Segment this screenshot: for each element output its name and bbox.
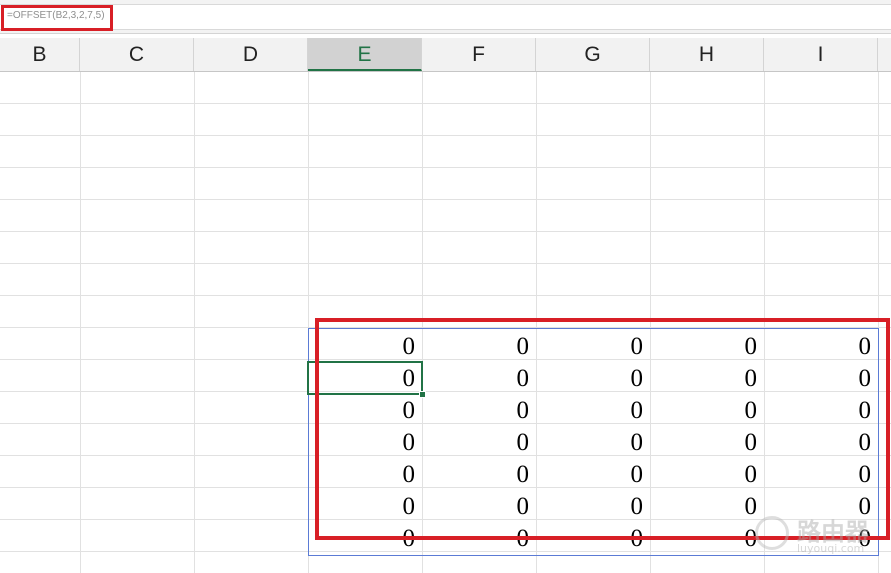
- gridline: [80, 72, 81, 573]
- column-header-f[interactable]: F: [422, 38, 536, 71]
- formula-bar: =OFFSET(B2,3,2,7,5): [0, 0, 891, 34]
- gridline: [0, 263, 891, 264]
- gridline: [0, 135, 891, 136]
- formula-highlight-box: [1, 5, 113, 31]
- gridline: [0, 231, 891, 232]
- worksheet-grid[interactable]: 0 0 0 0 0 0 0 0 0 0 0 0 0 0 0 0 0 0 0 0 …: [0, 72, 891, 573]
- result-highlight-box: [315, 318, 890, 540]
- gridline: [0, 167, 891, 168]
- column-header-e[interactable]: E: [308, 38, 422, 71]
- column-header-h[interactable]: H: [650, 38, 764, 71]
- column-header-g[interactable]: G: [536, 38, 650, 71]
- formula-input[interactable]: =OFFSET(B2,3,2,7,5): [0, 4, 891, 30]
- gridline: [0, 295, 891, 296]
- column-header-c[interactable]: C: [80, 38, 194, 71]
- column-header-b[interactable]: B: [0, 38, 80, 71]
- watermark: 路由器 luyouqi.com: [755, 512, 885, 557]
- watermark-subtext: luyouqi.com: [797, 542, 865, 555]
- column-header-d[interactable]: D: [194, 38, 308, 71]
- gridline: [0, 103, 891, 104]
- watermark-logo-icon: [755, 516, 789, 550]
- gridline: [0, 199, 891, 200]
- column-header-row: B C D E F G H I: [0, 38, 891, 72]
- gridline: [194, 72, 195, 573]
- column-header-j[interactable]: [878, 38, 891, 71]
- column-header-i[interactable]: I: [764, 38, 878, 71]
